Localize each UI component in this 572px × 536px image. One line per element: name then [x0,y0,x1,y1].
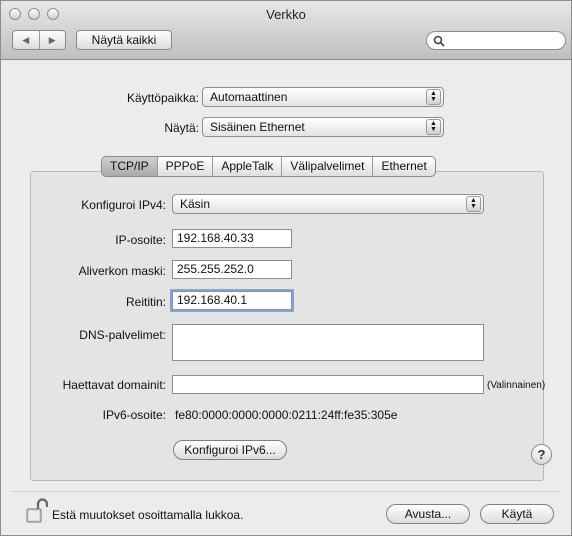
network-preferences-window: Verkko ◀ ▶ Näytä kaikki Käyttöpaikka: Au… [0,0,572,536]
configure-ipv4-value: Käsin [180,197,211,211]
show-all-button[interactable]: Näytä kaikki [76,30,172,50]
optional-note: (Valinnainen) [487,380,546,391]
subnet-mask-label: Aliverkon maski: [78,264,166,278]
show-value: Sisäinen Ethernet [210,120,305,134]
help-button[interactable]: ? [531,444,552,465]
ip-address-label: IP-osoite: [115,233,166,247]
ipv6-address-value: fe80:0000:0000:0000:0211:24ff:fe35:305e [175,408,398,422]
ipv6-address-label: IPv6-osoite: [102,408,166,422]
back-forward-control: ◀ ▶ [12,30,66,50]
tab-pppoe[interactable]: PPPoE [158,157,214,176]
lock-icon[interactable] [26,498,48,524]
subnet-mask-field[interactable]: 255.255.252.0 [172,260,292,279]
configure-ipv6-button[interactable]: Konfiguroi IPv6... [173,440,287,460]
search-domains-label: Haettavat domainit: [62,378,166,392]
forward-arrow-icon[interactable]: ▶ [40,31,66,49]
tab-ethernet[interactable]: Ethernet [373,157,434,176]
popup-arrows-icon: ▲ ▼ [426,89,441,105]
router-field[interactable]: 192.168.40.1 [172,291,292,310]
title-bar: Verkko ◀ ▶ Näytä kaikki [1,1,571,60]
lock-hint-text: Estä muutokset osoittamalla lukkoa. [52,508,244,522]
search-field[interactable] [426,31,566,50]
popup-arrows-icon: ▲ ▼ [426,119,441,135]
show-popup[interactable]: Sisäinen Ethernet ▲ ▼ [202,117,444,137]
assist-button[interactable]: Avusta... [386,504,470,524]
location-value: Automaattinen [210,90,288,104]
tab-proxies[interactable]: Välipalvelimet [282,157,374,176]
router-label: Reititin: [125,295,166,309]
dns-servers-label: DNS-palvelimet: [79,328,166,342]
dns-servers-field[interactable] [172,324,484,361]
popup-arrows-icon: ▲ ▼ [466,196,481,212]
tab-appletalk[interactable]: AppleTalk [213,157,283,176]
configure-ipv4-popup[interactable]: Käsin ▲ ▼ [172,194,484,214]
back-arrow-icon[interactable]: ◀ [13,31,40,49]
search-domains-field[interactable] [172,375,484,394]
apply-button[interactable]: Käytä [480,504,554,524]
ip-address-field[interactable]: 192.168.40.33 [172,229,292,248]
configure-ipv4-label: Konfiguroi IPv4: [81,198,166,212]
show-label: Näytä: [164,121,199,135]
window-title: Verkko [266,7,306,22]
location-label: Käyttöpaikka: [126,91,199,105]
tab-bar: TCP/IP PPPoE AppleTalk Välipalvelimet Et… [101,156,436,177]
footer-divider [11,491,561,492]
location-popup[interactable]: Automaattinen ▲ ▼ [202,87,444,107]
tab-tcpip[interactable]: TCP/IP [102,157,158,176]
search-icon [433,35,445,47]
